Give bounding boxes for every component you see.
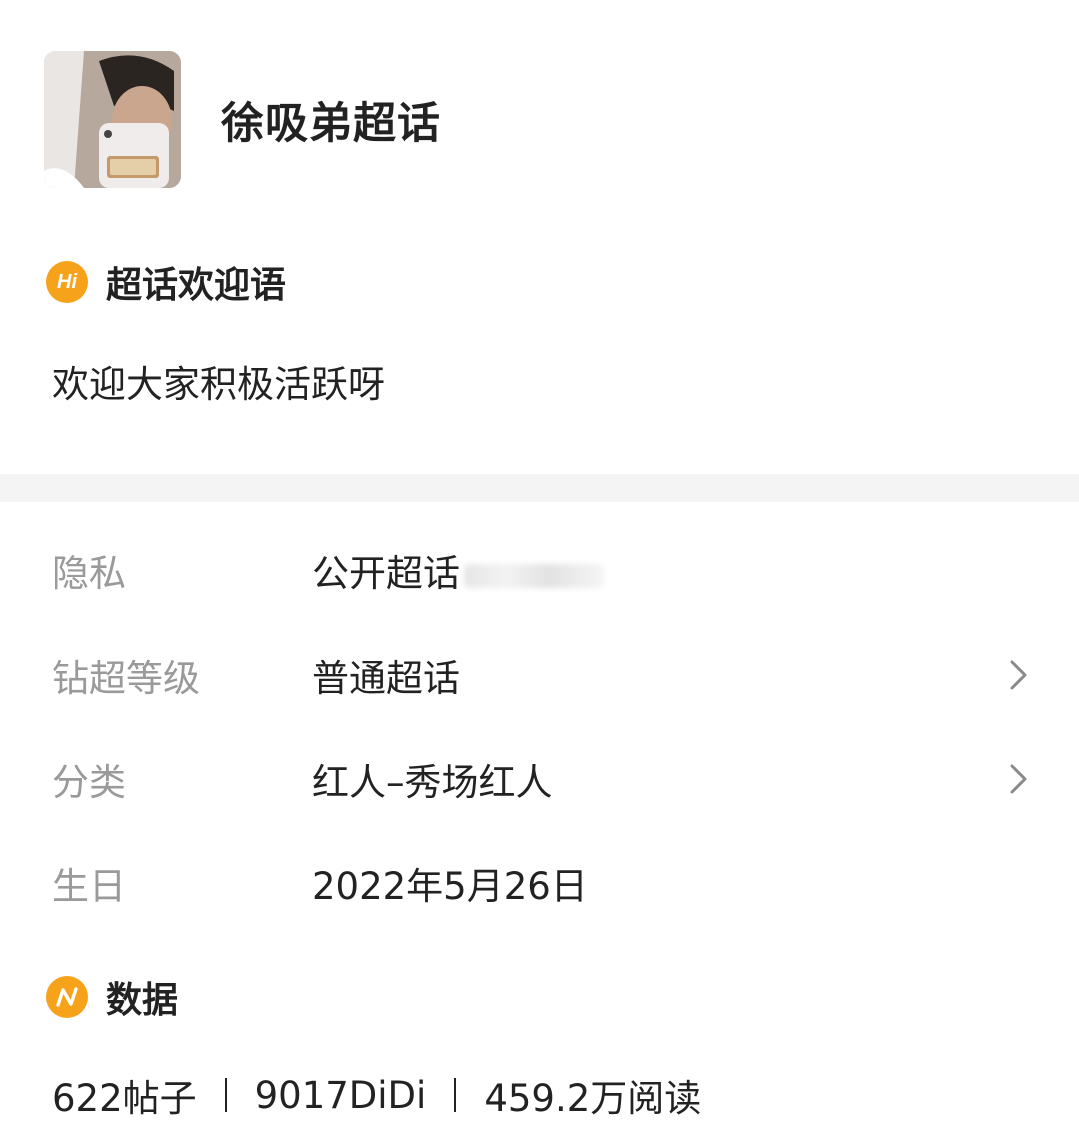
stats-line: 622帖子 9017DiDi 459.2万阅读: [52, 1068, 701, 1122]
info-row-category[interactable]: 分类 红人–秀场红人: [0, 749, 1079, 809]
privacy-label: 隐私: [52, 552, 126, 595]
category-value: 红人–秀场红人: [312, 761, 553, 804]
privacy-value-text: 公开超话: [312, 552, 460, 595]
chevron-right-icon[interactable]: [1007, 759, 1031, 799]
birthday-label: 生日: [52, 865, 126, 908]
topic-header: 徐吸弟超话: [44, 51, 441, 188]
info-row-level[interactable]: 钻超等级 普通超话: [0, 645, 1079, 705]
level-value: 普通超话: [312, 657, 460, 700]
category-label: 分类: [52, 761, 126, 804]
topic-title: 徐吸弟超话: [221, 98, 441, 149]
stat-separator: [224, 1078, 227, 1112]
data-section-header: 数据: [46, 971, 178, 1023]
info-row-privacy: 隐私 公开超话: [0, 540, 1079, 600]
info-row-birthday: 生日 2022年5月26日: [0, 853, 1079, 913]
level-label: 钻超等级: [52, 657, 200, 700]
hi-icon: Hi: [46, 261, 88, 303]
chevron-right-icon[interactable]: [1007, 655, 1031, 695]
section-divider: [0, 474, 1079, 502]
posts-count: 622帖子: [52, 1077, 197, 1120]
stats-icon: [46, 976, 88, 1018]
welcome-text: 欢迎大家积极活跃呀: [52, 363, 385, 406]
stats-glyph: [56, 987, 78, 1007]
stat-separator: [454, 1078, 457, 1112]
blurred-watermark: [464, 563, 604, 588]
birthday-value: 2022年5月26日: [312, 865, 588, 908]
topic-avatar[interactable]: [44, 51, 181, 188]
read-count: 459.2万阅读: [484, 1077, 702, 1120]
data-heading: 数据: [106, 980, 179, 1021]
privacy-value: 公开超话: [312, 543, 604, 597]
avatar-image: [44, 51, 181, 188]
hi-icon-text: Hi: [57, 270, 77, 293]
welcome-section-header: Hi 超话欢迎语: [46, 256, 286, 308]
didi-count: 9017DiDi: [254, 1073, 427, 1117]
welcome-heading: 超话欢迎语: [106, 265, 287, 306]
